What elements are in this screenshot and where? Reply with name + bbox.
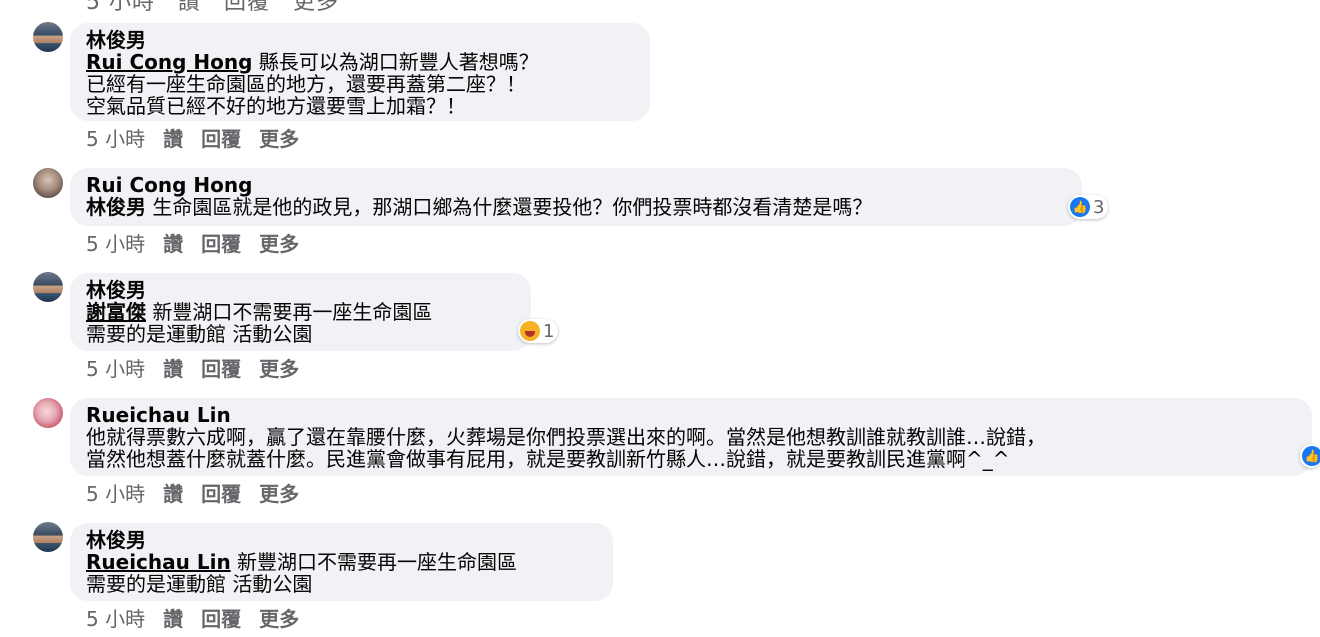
haha-icon	[520, 321, 540, 341]
avatar[interactable]	[33, 22, 63, 52]
reply-button[interactable]: 回覆	[201, 607, 241, 631]
like-button[interactable]: 讚	[163, 127, 183, 151]
previous-actions-cut: 5 小時 讚 回覆 更多	[86, 0, 339, 15]
timestamp[interactable]: 5 小時	[86, 482, 145, 506]
avatar[interactable]	[33, 272, 63, 302]
comment-bubble: Rui Cong Hong 林俊男 生命園區就是他的政見，那湖口鄉為什麼還要投他…	[70, 168, 1082, 226]
comment-actions: 5 小時讚回覆 更多	[86, 603, 317, 632]
comment-actions: 5 小時讚回覆 更多	[86, 123, 317, 152]
comment-actions: 5 小時讚回覆 更多	[86, 228, 317, 257]
more-button[interactable]: 更多	[259, 127, 299, 151]
avatar[interactable]	[33, 398, 63, 428]
tagged-user[interactable]: Rui Cong Hong	[86, 50, 252, 74]
comment-author[interactable]: 林俊男	[86, 529, 597, 551]
reaction-count: 3	[1093, 196, 1105, 218]
comment-author[interactable]: Rui Cong Hong	[86, 174, 1066, 196]
reaction-badge[interactable]: 👍	[1300, 444, 1320, 468]
reply-button[interactable]: 回覆	[201, 482, 241, 506]
timestamp[interactable]: 5 小時	[86, 232, 145, 256]
reaction-count: 1	[543, 320, 555, 342]
comment-actions: 5 小時讚回覆 更多	[86, 478, 317, 507]
comment-text-line: 需要的是運動館 活動公園	[86, 572, 313, 596]
comment-author[interactable]: 林俊男	[86, 279, 515, 301]
comment-actions: 5 小時讚回覆 更多	[86, 353, 317, 382]
comment-text-line: Rueichau Lin 新豐湖口不需要再一座生命園區	[86, 550, 518, 574]
reaction-badge[interactable]: 1	[518, 319, 559, 343]
comment-text-line: 當然他想蓋什麼就蓋什麼。民進黨會做事有屁用，就是要教訓新竹縣人…說錯，就是要教訓…	[86, 447, 1010, 471]
timestamp[interactable]: 5 小時	[86, 357, 145, 381]
tagged-user[interactable]: Rueichau Lin	[86, 550, 231, 574]
like-button[interactable]: 讚	[163, 357, 183, 381]
timestamp[interactable]: 5 小時	[86, 127, 145, 151]
more-button[interactable]: 更多	[259, 607, 299, 631]
avatar[interactable]	[33, 168, 63, 198]
comment-text-line: 需要的是運動館 活動公園	[86, 322, 313, 346]
like-icon: 👍	[1302, 446, 1320, 466]
comment-text-line: 謝富傑 新豐湖口不需要再一座生命園區	[86, 300, 433, 324]
more-button[interactable]: 更多	[259, 232, 299, 256]
more-button[interactable]: 更多	[259, 357, 299, 381]
reaction-badge[interactable]: 👍 3	[1068, 195, 1109, 219]
reply-button[interactable]: 回覆	[201, 357, 241, 381]
like-icon: 👍	[1070, 197, 1090, 217]
comment-text-line: 他就得票數六成啊，贏了還在靠腰什麼，火葬場是你們投票選出來的啊。當然是他想教訓誰…	[86, 425, 1046, 449]
comment-bubble: Rueichau Lin 他就得票數六成啊，贏了還在靠腰什麼，火葬場是你們投票選…	[70, 398, 1312, 476]
comment-author[interactable]: 林俊男	[86, 29, 634, 51]
reply-button[interactable]: 回覆	[201, 232, 241, 256]
comment-text-line: 林俊男 生命園區就是他的政見，那湖口鄉為什麼還要投他？你們投票時都沒看清楚是嗎？	[86, 195, 873, 219]
tagged-user[interactable]: 謝富傑	[86, 300, 146, 324]
avatar[interactable]	[33, 522, 63, 552]
comment-bubble: 林俊男 Rui Cong Hong 縣長可以為湖口新豐人著想嗎？ 已經有一座生命…	[70, 23, 650, 121]
comment-author[interactable]: Rueichau Lin	[86, 404, 1296, 426]
comment-bubble: 林俊男 謝富傑 新豐湖口不需要再一座生命園區 需要的是運動館 活動公園	[70, 273, 531, 351]
comment-bubble: 林俊男 Rueichau Lin 新豐湖口不需要再一座生命園區 需要的是運動館 …	[70, 523, 613, 601]
comment-text-line: 空氣品質已經不好的地方還要雪上加霜？！	[86, 94, 466, 118]
timestamp[interactable]: 5 小時	[86, 607, 145, 631]
tagged-user[interactable]: 林俊男	[86, 195, 146, 219]
comment-text-line: 已經有一座生命園區的地方，還要再蓋第二座？！	[86, 72, 526, 96]
comment-text-line: Rui Cong Hong 縣長可以為湖口新豐人著想嗎？	[86, 50, 539, 74]
like-button[interactable]: 讚	[163, 482, 183, 506]
more-button[interactable]: 更多	[259, 482, 299, 506]
like-button[interactable]: 讚	[163, 232, 183, 256]
like-button[interactable]: 讚	[163, 607, 183, 631]
reply-button[interactable]: 回覆	[201, 127, 241, 151]
